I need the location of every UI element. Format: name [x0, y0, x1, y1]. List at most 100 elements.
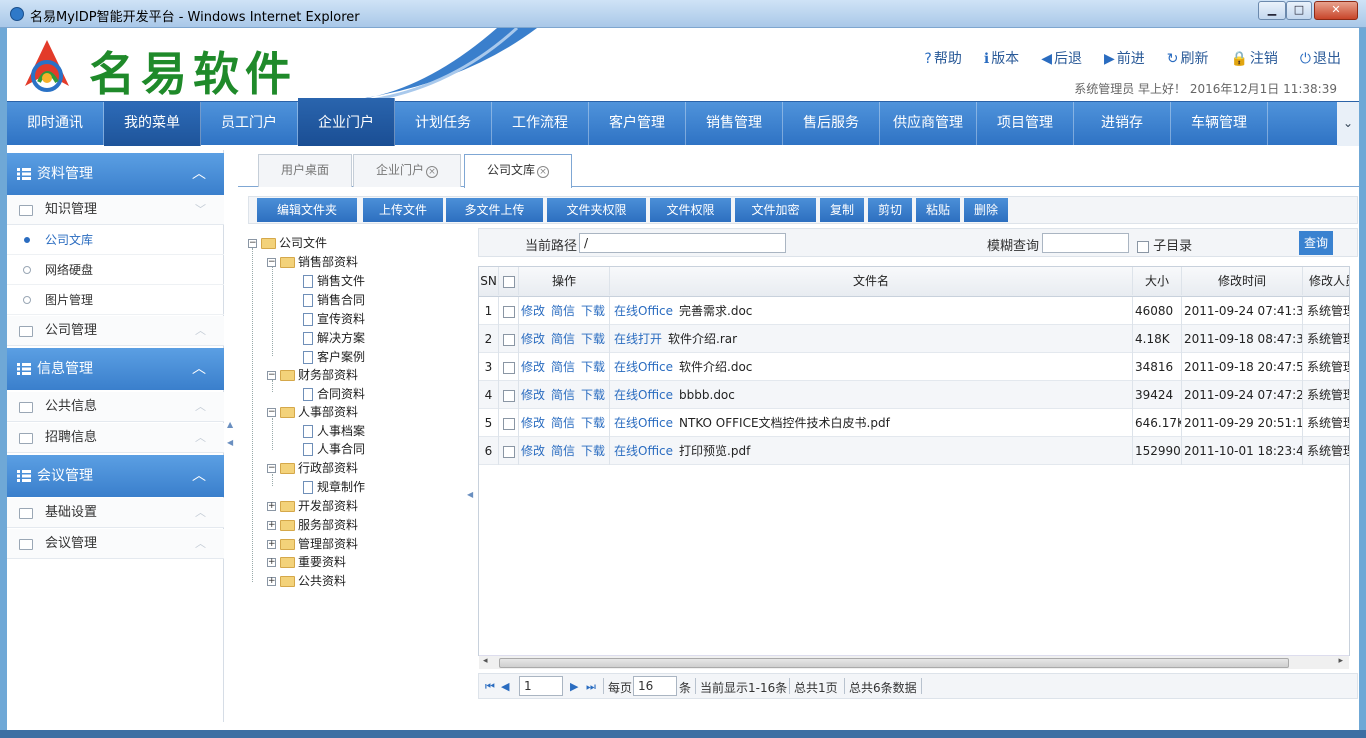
menu-item-inventory[interactable]: 进销存: [1074, 102, 1171, 146]
download-link[interactable]: 下载: [581, 360, 605, 374]
file-name[interactable]: 完善需求.doc: [679, 304, 752, 318]
download-link[interactable]: 下载: [581, 388, 605, 402]
tree-root[interactable]: − 公司文件: [248, 234, 327, 253]
close-icon[interactable]: ×: [537, 166, 549, 178]
tree-node-hr[interactable]: − 人事部资料: [267, 403, 358, 422]
copy-button[interactable]: 复制: [820, 198, 864, 222]
tree-node-sales[interactable]: − 销售部资料: [267, 253, 358, 272]
table-row[interactable]: 4 修改 简信 下载 在线Office bbbb.doc 39424 2011-09-24 0…: [479, 381, 1349, 409]
refresh-link[interactable]: ↻ 刷新: [1167, 48, 1209, 68]
sidebar-section-meetings[interactable]: 会议管理 ︿: [7, 455, 224, 497]
tree-node-service[interactable]: + 服务部资料: [267, 516, 358, 535]
sidebar-item-basic-settings[interactable]: 基础设置 ︿: [7, 498, 224, 528]
sidebar-item-company-mgmt[interactable]: 公司管理 ︿: [7, 316, 224, 346]
tree-node-admin[interactable]: − 行政部资料: [267, 459, 358, 478]
table-row[interactable]: 1 修改 简信 下载 在线Office 完善需求.doc 46080 2011-09-24 0…: [479, 297, 1349, 325]
file-encrypt-button[interactable]: 文件加密: [735, 198, 816, 222]
scroll-left-icon[interactable]: ◂: [483, 656, 488, 666]
paste-button[interactable]: 粘贴: [916, 198, 960, 222]
expand-icon[interactable]: +: [267, 577, 276, 586]
menu-item-my-menu[interactable]: 我的菜单: [104, 102, 201, 146]
message-link[interactable]: 简信: [551, 416, 575, 430]
tree-node-finance[interactable]: − 财务部资料: [267, 366, 358, 385]
tree-leaf[interactable]: 客户案例: [303, 348, 365, 367]
minimize-button[interactable]: ▁: [1258, 1, 1286, 20]
chevron-down-icon[interactable]: ⌄: [1337, 102, 1359, 146]
tree-leaf[interactable]: 规章制作: [303, 478, 365, 497]
tab-company-library[interactable]: 公司文库 ×: [464, 154, 572, 188]
horizontal-scrollbar[interactable]: ◂ ▸: [479, 655, 1349, 669]
next-page-icon[interactable]: ▶: [570, 680, 578, 693]
download-link[interactable]: 下载: [581, 332, 605, 346]
file-name[interactable]: bbbb.doc: [679, 388, 735, 402]
edit-link[interactable]: 修改: [521, 332, 545, 346]
per-page-input[interactable]: 16: [633, 676, 677, 696]
file-name[interactable]: 软件介绍.doc: [679, 360, 752, 374]
logout-link[interactable]: 🔒 注销: [1230, 48, 1277, 68]
last-page-icon[interactable]: ⏭: [586, 680, 596, 694]
sidebar-item-images[interactable]: 图片管理: [7, 285, 224, 315]
open-online-link[interactable]: 在线Office: [614, 304, 673, 318]
scroll-thumb[interactable]: [499, 658, 1289, 668]
col-size[interactable]: 大小: [1133, 267, 1182, 295]
row-checkbox[interactable]: [502, 305, 515, 318]
scroll-right-icon[interactable]: ▸: [1338, 656, 1343, 666]
table-row[interactable]: 3 修改 简信 下载 在线Office 软件介绍.doc 34816 2011-09-18 2…: [479, 353, 1349, 381]
prev-page-icon[interactable]: ◀: [501, 680, 509, 693]
file-permission-button[interactable]: 文件权限: [650, 198, 731, 222]
col-modifier[interactable]: 修改人员: [1303, 267, 1349, 295]
message-link[interactable]: 简信: [551, 388, 575, 402]
col-filename[interactable]: 文件名: [610, 267, 1133, 295]
edit-folder-button[interactable]: 编辑文件夹: [257, 198, 357, 222]
open-online-link[interactable]: 在线Office: [614, 444, 673, 458]
menu-item-staff-portal[interactable]: 员工门户: [201, 102, 298, 146]
table-row[interactable]: 5 修改 简信 下载 在线Office NTKO OFFICE文档控件技术白皮书.pdf 6…: [479, 409, 1349, 437]
menu-item-enterprise-portal[interactable]: 企业门户: [298, 98, 395, 146]
edit-link[interactable]: 修改: [521, 360, 545, 374]
version-link[interactable]: ℹ 版本: [984, 48, 1019, 68]
tree-leaf[interactable]: 人事合同: [303, 440, 365, 459]
sidebar-item-net-disk[interactable]: 网络硬盘: [7, 255, 224, 285]
maximize-button[interactable]: □: [1286, 1, 1312, 20]
delete-button[interactable]: 删除: [964, 198, 1008, 222]
download-link[interactable]: 下载: [581, 444, 605, 458]
menu-item-sales[interactable]: 销售管理: [686, 102, 783, 146]
sidebar-splitter[interactable]: ▲ ◀: [227, 420, 235, 460]
tree-node-public[interactable]: + 公共资料: [267, 572, 346, 591]
edit-link[interactable]: 修改: [521, 388, 545, 402]
table-row[interactable]: 6 修改 简信 下载 在线Office 打印预览.pdf 152990 2011-10-01 …: [479, 437, 1349, 465]
tree-node-important[interactable]: + 重要资料: [267, 553, 346, 572]
close-button[interactable]: ✕: [1314, 1, 1358, 20]
tree-leaf[interactable]: 销售文件: [303, 272, 365, 291]
tree-leaf[interactable]: 宣传资料: [303, 310, 365, 329]
open-online-link[interactable]: 在线Office: [614, 416, 673, 430]
forward-link[interactable]: ▶ 前进: [1104, 48, 1145, 68]
menu-item-customers[interactable]: 客户管理: [589, 102, 686, 146]
sidebar-section-docs[interactable]: 资料管理 ︿: [7, 153, 224, 195]
collapse-icon[interactable]: −: [267, 258, 276, 267]
file-name[interactable]: NTKO OFFICE文档控件技术白皮书.pdf: [679, 416, 890, 430]
row-checkbox[interactable]: [502, 361, 515, 374]
row-checkbox[interactable]: [502, 417, 515, 430]
table-row[interactable]: 2 修改 简信 下载 在线打开 软件介绍.rar 4.18K 2011-09-18 08:47…: [479, 325, 1349, 353]
menu-item-workflow[interactable]: 工作流程: [492, 102, 589, 146]
tree-node-management[interactable]: + 管理部资料: [267, 535, 358, 554]
expand-icon[interactable]: +: [267, 521, 276, 530]
open-online-link[interactable]: 在线Office: [614, 360, 673, 374]
sidebar-item-knowledge[interactable]: 知识管理 ﹀: [7, 195, 224, 225]
menu-item-after-sales[interactable]: 售后服务: [783, 102, 880, 146]
cut-button[interactable]: 剪切: [868, 198, 912, 222]
multi-upload-button[interactable]: 多文件上传: [446, 198, 543, 222]
download-link[interactable]: 下载: [581, 304, 605, 318]
query-button[interactable]: 查询: [1299, 231, 1333, 255]
tab-user-desktop[interactable]: 用户桌面: [258, 154, 352, 187]
open-online-link[interactable]: 在线打开: [614, 332, 662, 346]
expand-icon[interactable]: +: [267, 540, 276, 549]
row-checkbox[interactable]: [502, 389, 515, 402]
sidebar-section-info[interactable]: 信息管理 ︿: [7, 348, 224, 390]
sidebar-item-company-library[interactable]: 公司文库: [7, 225, 224, 255]
menu-item-projects[interactable]: 项目管理: [977, 102, 1074, 146]
tree-leaf[interactable]: 解决方案: [303, 329, 365, 348]
menu-item-im[interactable]: 即时通讯: [7, 102, 104, 146]
expand-icon[interactable]: +: [267, 558, 276, 567]
